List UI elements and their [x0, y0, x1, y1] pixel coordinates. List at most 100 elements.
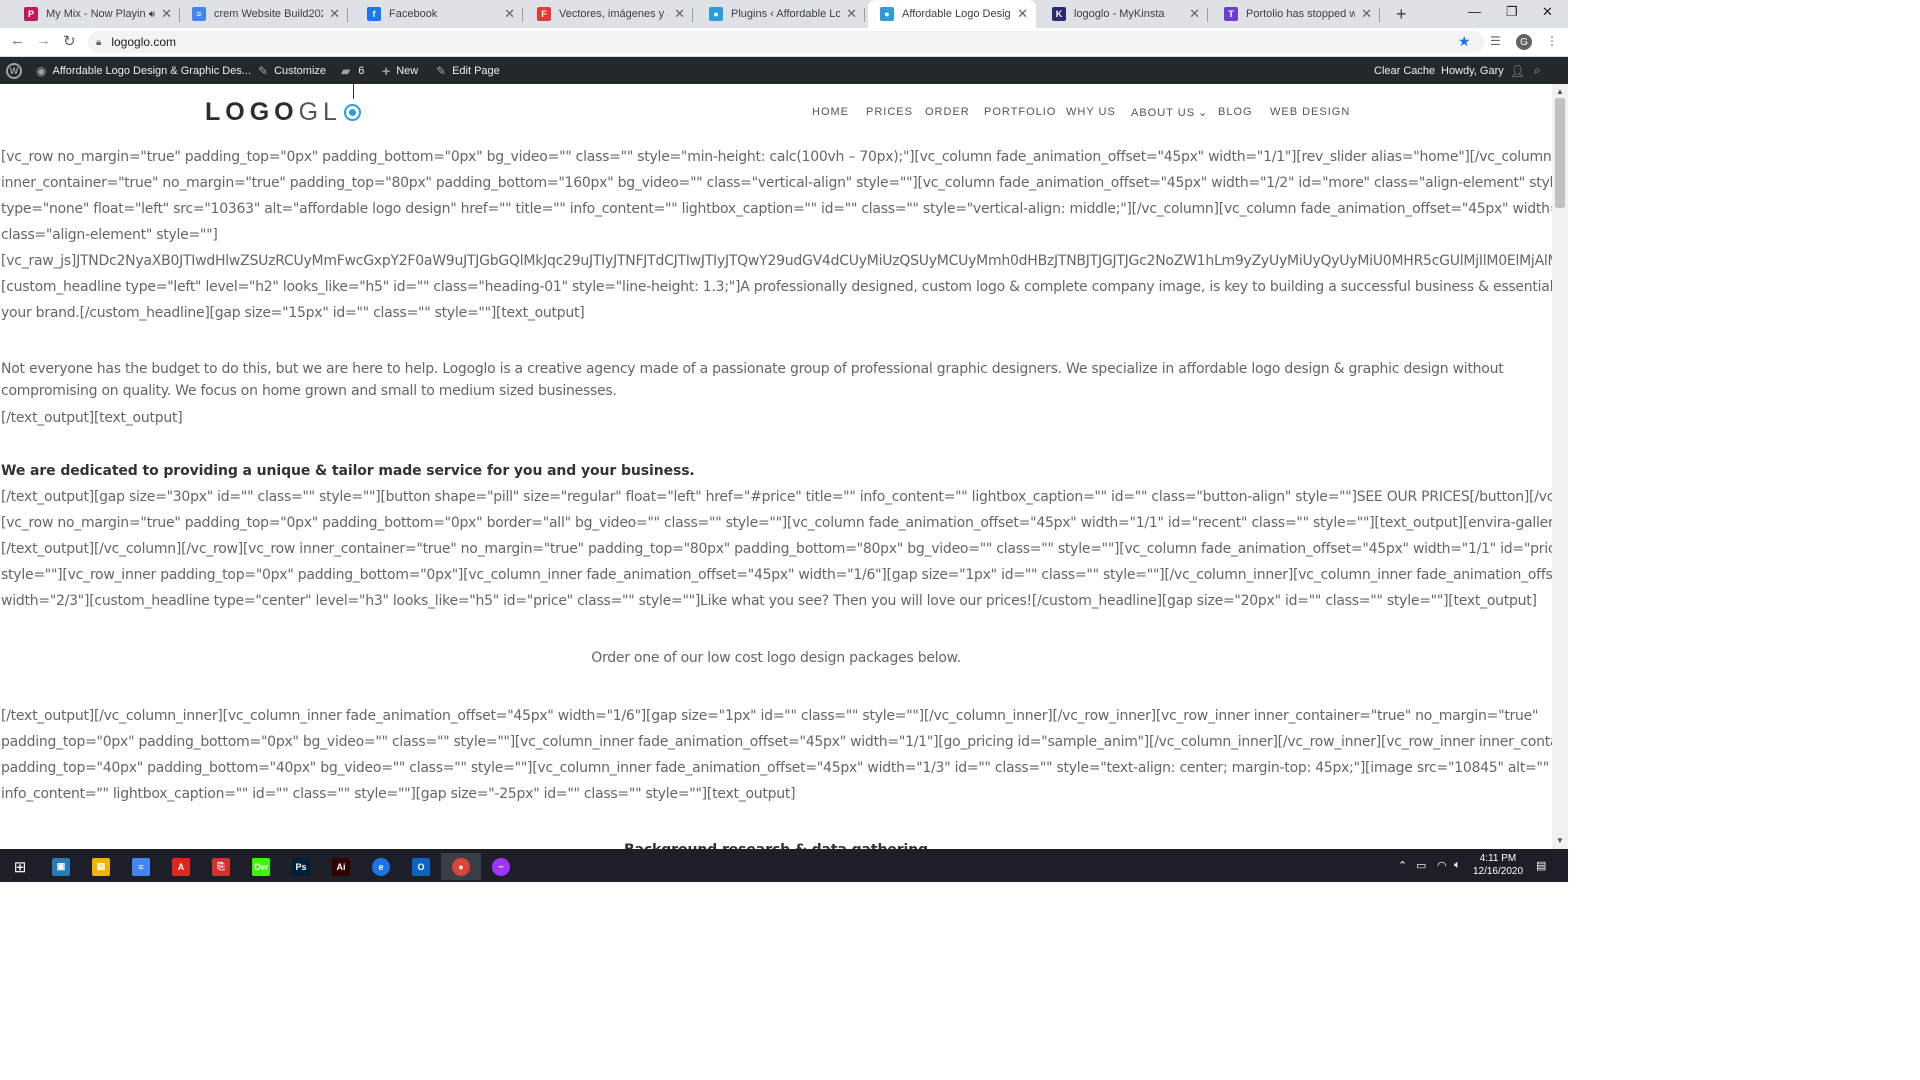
dreamweaver-app[interactable]: Dw: [241, 853, 281, 880]
content-line: [/text_output][/vc_column_inner][vc_colu…: [1, 708, 1539, 724]
nav-item-home[interactable]: HOME: [812, 106, 849, 118]
photoshop-app[interactable]: Ps: [281, 853, 321, 880]
plus-icon: +: [382, 62, 391, 79]
admin-customize[interactable]: ✎ Customize: [258, 57, 326, 84]
nav-item-blog[interactable]: BLOG: [1218, 106, 1253, 118]
browser-tab[interactable]: ≡ crem Website Build2020 - G ✕: [180, 0, 348, 28]
tab-close-icon[interactable]: ✕: [1361, 6, 1372, 22]
new-tab-button[interactable]: +: [1396, 4, 1407, 25]
admin-howdy[interactable]: Howdy, Gary 👤︎: [1441, 57, 1531, 84]
tab-title[interactable]: Facebook: [389, 8, 498, 20]
tab-title[interactable]: Affordable Logo Design & C: [902, 8, 1011, 20]
tab-close-icon[interactable]: ✕: [1189, 6, 1200, 22]
admin-site-name[interactable]: ◉ Affordable Logo Design & Graphic Des..…: [36, 57, 251, 84]
docs-app[interactable]: ≡: [121, 853, 161, 880]
nav-item-prices[interactable]: PRICES: [866, 106, 913, 118]
tab-close-icon[interactable]: ✕: [161, 6, 172, 22]
browser-tab-strip: P My Mix - Now Playing c 🔊︎ ✕ ≡ crem Website …: [0, 0, 1568, 28]
acrobat-app[interactable]: A: [161, 853, 201, 880]
edge-app[interactable]: e: [361, 853, 401, 880]
nav-item-web-design[interactable]: WEB DESIGN: [1270, 106, 1350, 118]
content-line: padding_top="0px" padding_bottom="0px" b…: [1, 734, 1552, 750]
browser-tab[interactable]: T Portolio has stopped workin ✕: [1212, 0, 1380, 28]
admin-comments[interactable]: ▰ 6: [341, 57, 364, 84]
nav-item-portfolio[interactable]: PORTFOLIO: [984, 106, 1056, 118]
tab-close-icon[interactable]: ✕: [504, 6, 515, 22]
wifi-icon[interactable]: ◠: [1437, 849, 1447, 882]
admin-search-icon[interactable]: ⌕: [1534, 57, 1547, 84]
tab-close-icon[interactable]: ✕: [674, 6, 685, 22]
pdf-app[interactable]: ⎘: [201, 853, 241, 880]
windows-taskbar: ⊞ ▣ ▤ ≡ A ⎘ Dw Ps Ai e O ● ~ ⌃ ▭ ◠ 🔈︎ 4:11 PM 12/16…: [0, 849, 1568, 882]
tab-title[interactable]: Vectores, imágenes y arte v: [559, 8, 668, 20]
page-scrollbar[interactable]: ▲ ▼: [1552, 84, 1568, 849]
pencil-icon: ✎: [436, 63, 447, 78]
chrome-icon: ●: [452, 857, 470, 876]
scroll-up-icon[interactable]: ▲: [1556, 87, 1564, 96]
bookmark-star-icon[interactable]: ★: [1458, 33, 1471, 50]
messenger-app[interactable]: ~: [481, 853, 521, 880]
file-explorer-app[interactable]: ▤: [81, 853, 121, 880]
audio-playing-icon[interactable]: 🔊︎: [149, 9, 155, 20]
chrome-app[interactable]: ●: [441, 853, 481, 880]
content-line: Not everyone has the budget to do this, …: [1, 361, 1504, 377]
browser-tab[interactable]: Klogoglo - MyKinsta ✕: [1040, 0, 1208, 28]
tab-title[interactable]: logoglo - MyKinsta: [1074, 8, 1183, 20]
tab-favicon-icon: T: [1224, 7, 1238, 21]
forward-icon[interactable]: →: [36, 32, 51, 49]
wordpress-logo-icon[interactable]: W: [6, 57, 22, 84]
volume-icon[interactable]: 🔈︎: [1454, 849, 1461, 882]
browser-tab[interactable]: ● Plugins ‹ Affordable Logo D ✕: [697, 0, 865, 28]
tab-favicon-icon: K: [1052, 7, 1066, 21]
tab-title[interactable]: Plugins ‹ Affordable Logo D: [731, 8, 840, 20]
lock-icon[interactable]: 🔒︎: [96, 37, 101, 48]
nav-item-why-us[interactable]: WHY US: [1066, 106, 1116, 118]
page-content: [vc_row no_margin="true" padding_top="0p…: [0, 142, 1552, 849]
content-line: class="align-element" style=""]: [1, 227, 218, 243]
admin-new[interactable]: + New: [382, 57, 418, 84]
tab-separator: [522, 8, 523, 22]
profile-avatar[interactable]: G: [1516, 34, 1532, 50]
scroll-down-icon[interactable]: ▼: [1556, 836, 1564, 845]
start-button[interactable]: ⊞: [0, 853, 40, 880]
reload-icon[interactable]: ↻: [63, 32, 76, 50]
chevron-down-icon[interactable]: ⌄: [1198, 107, 1208, 119]
tab-favicon-icon: ●: [709, 7, 723, 21]
tab-title[interactable]: crem Website Build2020 - G: [214, 8, 323, 20]
battery-icon[interactable]: ▭: [1416, 849, 1426, 882]
tab-close-icon[interactable]: ✕: [329, 6, 340, 22]
restore-icon[interactable]: ❐: [1506, 4, 1518, 20]
browser-tab[interactable]: ● Affordable Logo Design & C ✕: [868, 0, 1036, 28]
url-text[interactable]: logoglo.com: [111, 35, 176, 49]
illustrator-app[interactable]: Ai: [321, 853, 361, 880]
nav-item-about-us[interactable]: ABOUT US ⌄: [1131, 106, 1208, 119]
system-clock[interactable]: 4:11 PM 12/16/2020: [1468, 852, 1528, 878]
close-window-icon[interactable]: ✕: [1542, 4, 1553, 20]
tray-chevron-icon[interactable]: ⌃: [1398, 849, 1407, 882]
browser-tab[interactable]: F Vectores, imágenes y arte v ✕: [525, 0, 693, 28]
tab-title[interactable]: Portolio has stopped workin: [1246, 8, 1355, 20]
browser-tab[interactable]: P My Mix - Now Playing c 🔊︎ ✕: [12, 0, 180, 28]
admin-clear-cache[interactable]: Clear Cache: [1374, 57, 1435, 84]
reading-list-icon[interactable]: ☰: [1490, 34, 1501, 48]
illustrator-icon: Ai: [332, 857, 350, 876]
address-bar[interactable]: 🔒︎ logoglo.com: [88, 31, 1484, 53]
browser-tab[interactable]: f Facebook ✕: [355, 0, 523, 28]
site-logo[interactable]: LOGO GL: [205, 98, 361, 127]
tab-title[interactable]: My Mix - Now Playing c: [46, 8, 145, 20]
notifications-icon[interactable]: ▤: [1536, 849, 1546, 882]
tab-close-icon[interactable]: ✕: [1017, 6, 1028, 22]
nav-item-order[interactable]: ORDER: [925, 106, 970, 118]
tab-close-icon[interactable]: ✕: [846, 6, 857, 22]
browser-menu-icon[interactable]: ⋮: [1546, 34, 1558, 48]
content-line: We are dedicated to providing a unique &…: [1, 463, 695, 479]
back-icon[interactable]: ←: [10, 32, 25, 49]
content-line: type="none" float="left" src="10363" alt…: [1, 201, 1552, 217]
outlook-app[interactable]: O: [401, 853, 441, 880]
tab-favicon-icon: P: [24, 7, 38, 21]
admin-edit-page[interactable]: ✎ Edit Page: [436, 57, 500, 84]
scroll-thumb[interactable]: [1555, 98, 1565, 208]
file-explorer-icon: ▤: [92, 857, 110, 876]
desktop-app[interactable]: ▣: [41, 853, 81, 880]
minimize-icon[interactable]: —: [1468, 4, 1481, 19]
